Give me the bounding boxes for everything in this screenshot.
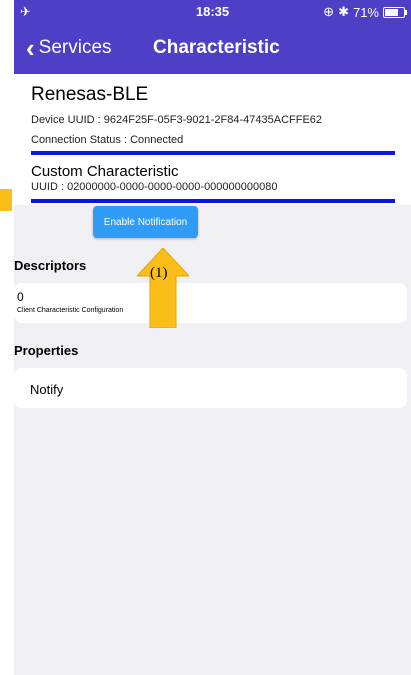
status-right: ⊕ ✱ 71% (323, 4, 407, 20)
bluetooth-icon: ✱ (338, 4, 349, 19)
back-button[interactable]: ‹ Services (26, 35, 112, 61)
descriptor-item[interactable]: 0 Client Characteristic Configuration (14, 283, 407, 323)
characteristic-uuid-label: UUID : (31, 181, 64, 193)
characteristic-uuid-value: 02000000-0000-0000-0000-000000000080 (67, 181, 278, 193)
annotation-arrow-icon (137, 248, 189, 328)
connection-status-label: Connection Status : (31, 134, 128, 146)
device-info-panel: Renesas-BLE Device UUID : 9624F25F-05F3-… (14, 74, 411, 205)
annotation-label: (1) (150, 265, 168, 281)
chevron-left-icon: ‹ (26, 33, 35, 63)
battery-icon (383, 6, 407, 18)
descriptor-name: Client Characteristic Configuration (17, 307, 124, 314)
property-name: Notify (30, 382, 64, 397)
device-uuid-line: Device UUID : 9624F25F-05F3-9021-2F84-47… (31, 114, 322, 126)
phone-screen: ✈ 18:35 ⊕ ✱ 71% ‹ Services Characteristi… (14, 0, 411, 675)
page-title: Characteristic (153, 37, 280, 58)
enable-notification-button[interactable]: Enable Notification (93, 206, 198, 238)
connection-status-value: Connected (130, 134, 184, 146)
divider-bar (31, 151, 395, 155)
characteristic-name: Custom Characteristic (31, 163, 179, 180)
device-uuid-label: Device UUID : (31, 114, 101, 126)
descriptors-header: Descriptors (14, 258, 87, 273)
device-uuid-value: 9624F25F-05F3-9021-2F84-47435ACFFE62 (103, 114, 323, 126)
navigation-bar: ‹ Services Characteristic (14, 24, 411, 74)
descriptor-value: 0 (17, 290, 24, 304)
device-name: Renesas-BLE (31, 84, 149, 105)
divider-bar (31, 199, 395, 203)
battery-percent: 71% (352, 4, 379, 20)
connection-status-line: Connection Status : Connected (31, 134, 183, 146)
back-label: Services (38, 37, 112, 58)
rotation-lock-icon: ⊕ (323, 4, 335, 19)
characteristic-uuid-line: UUID : 02000000-0000-0000-0000-000000000… (31, 181, 277, 193)
status-bar: ✈ 18:35 ⊕ ✱ 71% (14, 0, 411, 24)
properties-header: Properties (14, 343, 79, 358)
property-item[interactable]: Notify (14, 368, 407, 408)
annotation-side-marker (0, 189, 12, 211)
